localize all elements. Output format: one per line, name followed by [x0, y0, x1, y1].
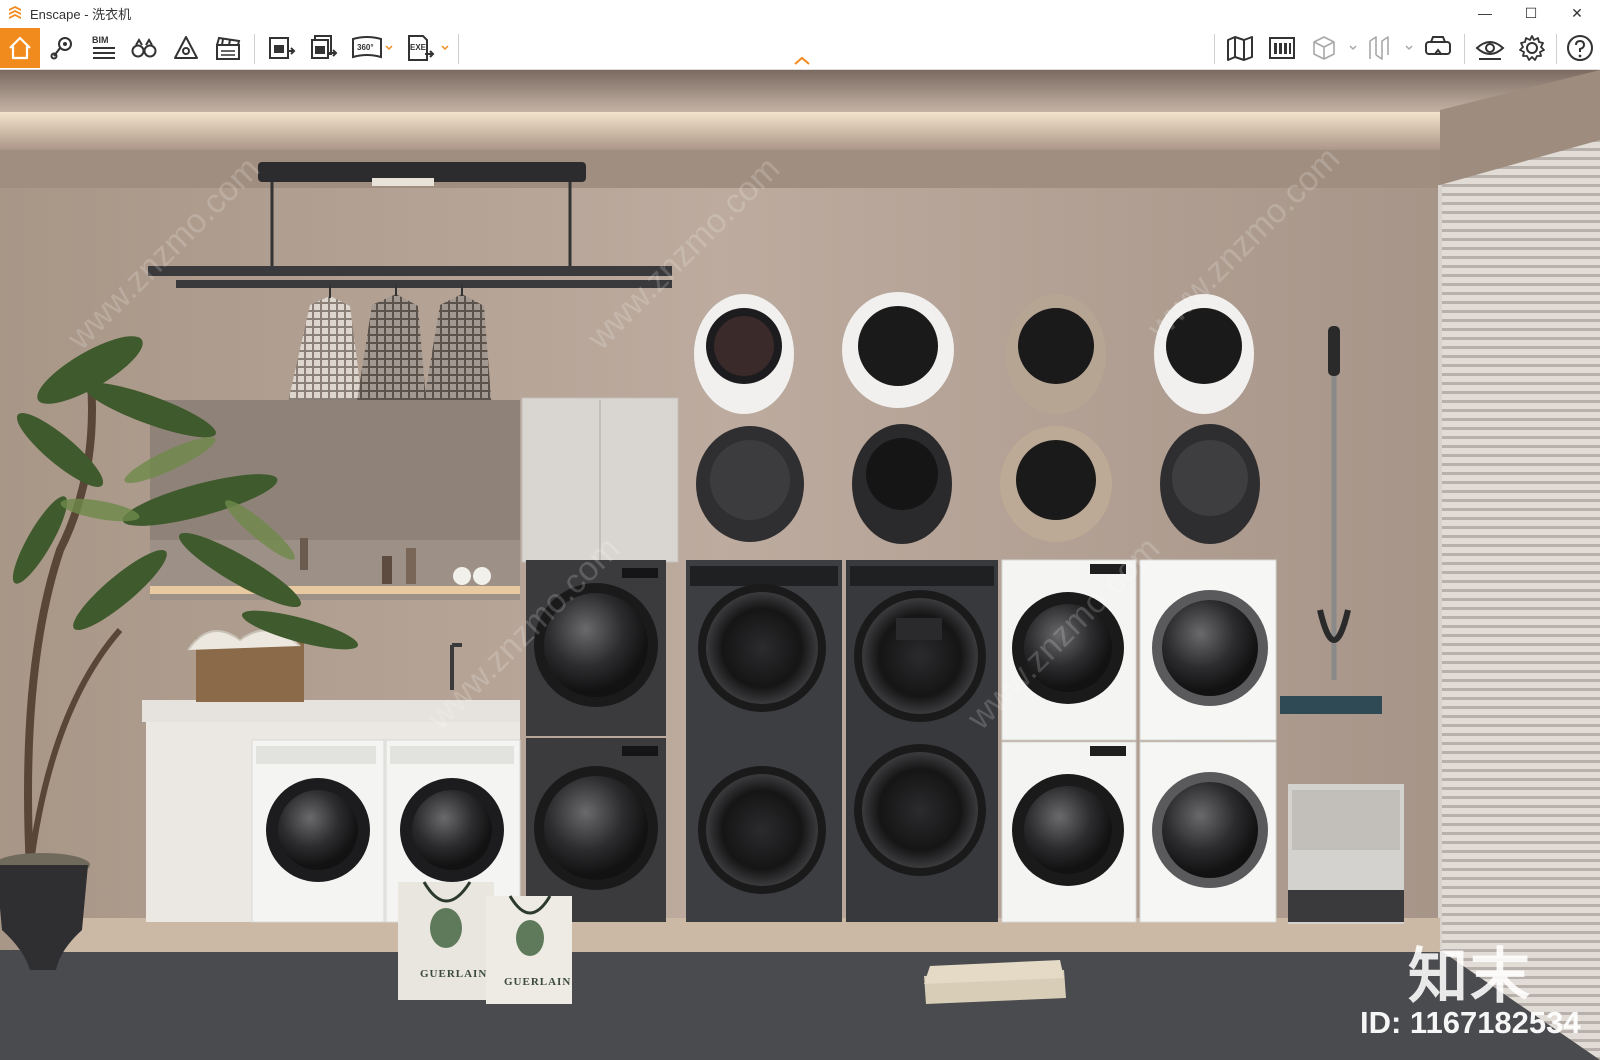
- dark-washer-column-3: [846, 560, 998, 922]
- light-button[interactable]: [168, 30, 204, 66]
- toolbar-divider: [458, 34, 459, 64]
- light-icon: [174, 36, 198, 59]
- exe-dropdown-caret[interactable]: [440, 42, 450, 54]
- video-button[interactable]: [210, 30, 246, 66]
- exe-export-icon: EXE: [408, 35, 435, 61]
- counter-washer-1: [251, 739, 385, 923]
- toolbar-divider: [1464, 34, 1465, 64]
- bim-label: BIM: [92, 35, 109, 45]
- home-icon: [9, 36, 31, 60]
- chevron-down-icon: [1349, 45, 1357, 51]
- asset-id-watermark: ID: 1167182534: [1360, 1005, 1581, 1040]
- visual-settings-button[interactable]: [1472, 30, 1508, 66]
- help-button[interactable]: [1562, 30, 1598, 66]
- bim-button[interactable]: BIM: [86, 30, 122, 66]
- vr-headset-icon: [1425, 36, 1451, 55]
- cube-view-icon: [1313, 36, 1335, 60]
- map-button[interactable]: [1222, 30, 1258, 66]
- brand-watermark: 知末: [1408, 942, 1532, 1012]
- location-icon: [50, 37, 72, 60]
- panorama-360-icon: 360°: [352, 36, 382, 59]
- close-button[interactable]: ✕: [1554, 0, 1600, 26]
- bag-brand-label: GUERLAIN: [420, 968, 488, 980]
- chevron-up-icon: [794, 56, 810, 65]
- map-icon: [1227, 36, 1253, 61]
- cube-view-button[interactable]: [1306, 30, 1342, 66]
- dark-washer-column-2: [686, 560, 842, 922]
- vr-headset-button[interactable]: [1420, 30, 1456, 66]
- panorama-dropdown-caret[interactable]: [384, 42, 394, 54]
- clapper-icon: [216, 36, 241, 60]
- binoculars-button[interactable]: [126, 30, 162, 66]
- batch-export-icon: [311, 35, 338, 59]
- section-dropdown-caret[interactable]: [1404, 42, 1414, 54]
- exe-export-button[interactable]: EXE: [402, 30, 438, 66]
- cube-view-dropdown-caret[interactable]: [1348, 42, 1358, 54]
- toolbar-divider: [254, 34, 255, 64]
- bim-icon: BIM: [92, 35, 115, 59]
- chevron-down-icon: [441, 45, 449, 51]
- render-viewport[interactable]: GUERLAIN GUERLAIN www.znzmo.com www.znzm…: [0, 70, 1600, 1060]
- bag-brand-label: GUERLAIN: [504, 976, 572, 988]
- toolbar-divider: [1214, 34, 1215, 64]
- window-title: Enscape - 洗衣机: [30, 6, 132, 22]
- panorama-360-label: 360°: [357, 43, 374, 52]
- minimize-button[interactable]: —: [1462, 0, 1508, 26]
- settings-button[interactable]: [1514, 30, 1550, 66]
- maximize-button[interactable]: ☐: [1508, 0, 1554, 26]
- location-button[interactable]: [44, 30, 80, 66]
- settings-gear-icon: [1519, 35, 1545, 61]
- chevron-down-icon: [385, 45, 393, 51]
- section-button[interactable]: [1362, 30, 1398, 66]
- enscape-logo-icon: [6, 4, 24, 22]
- rendered-scene: [0, 70, 1600, 1060]
- visual-settings-icon: [1475, 41, 1505, 60]
- chevron-down-icon: [1405, 45, 1413, 51]
- toolbar-divider: [1556, 34, 1557, 64]
- batch-export-button[interactable]: [306, 30, 342, 66]
- section-icon: [1369, 36, 1389, 60]
- panorama-360-button[interactable]: 360°: [348, 30, 388, 66]
- collapse-toolbar-button[interactable]: [792, 54, 812, 68]
- help-icon: [1567, 35, 1593, 61]
- window-controls: — ☐ ✕: [1462, 0, 1600, 26]
- library-icon: [1269, 37, 1295, 59]
- library-button[interactable]: [1264, 30, 1300, 66]
- title-bar: Enscape - 洗衣机 — ☐ ✕: [0, 0, 1600, 26]
- exe-label: EXE: [410, 43, 427, 52]
- screenshot-export-icon: [269, 37, 296, 59]
- home-button[interactable]: [0, 28, 40, 68]
- screenshot-export-button[interactable]: [264, 30, 300, 66]
- binoculars-icon: [131, 38, 157, 58]
